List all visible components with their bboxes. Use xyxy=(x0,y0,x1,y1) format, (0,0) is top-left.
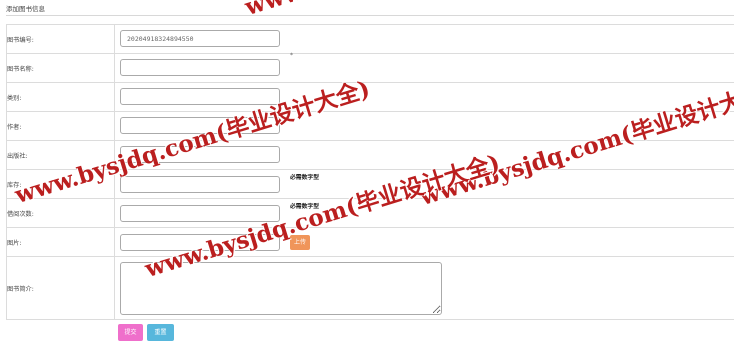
label-author: 作者: xyxy=(6,111,115,141)
stock-input[interactable] xyxy=(120,176,280,193)
submit-button[interactable]: 提交 xyxy=(118,324,143,341)
book-name-input[interactable] xyxy=(120,59,280,76)
label-book-id: 图书编号: xyxy=(6,24,115,54)
label-book-name: 图书名称: xyxy=(6,53,115,83)
page-title: 添加图书信息 xyxy=(6,5,45,13)
label-category: 类别: xyxy=(6,82,115,112)
label-image: 图片: xyxy=(6,227,115,257)
form-row-book-name: 图书名称: * xyxy=(6,52,734,83)
page-header: 添加图书信息 xyxy=(0,0,734,16)
label-description: 图书简介: xyxy=(6,256,115,320)
book-id-input[interactable] xyxy=(120,30,280,47)
required-mark: * xyxy=(290,52,293,59)
header-divider xyxy=(6,15,734,16)
stock-hint: 必需数字型 xyxy=(290,175,319,181)
form-row-book-id: 图书编号: xyxy=(6,24,734,54)
reset-button[interactable]: 重置 xyxy=(147,324,174,341)
form-row-image: 图片: 上传 xyxy=(6,227,734,257)
form-row-description: 图书简介: xyxy=(6,256,734,320)
